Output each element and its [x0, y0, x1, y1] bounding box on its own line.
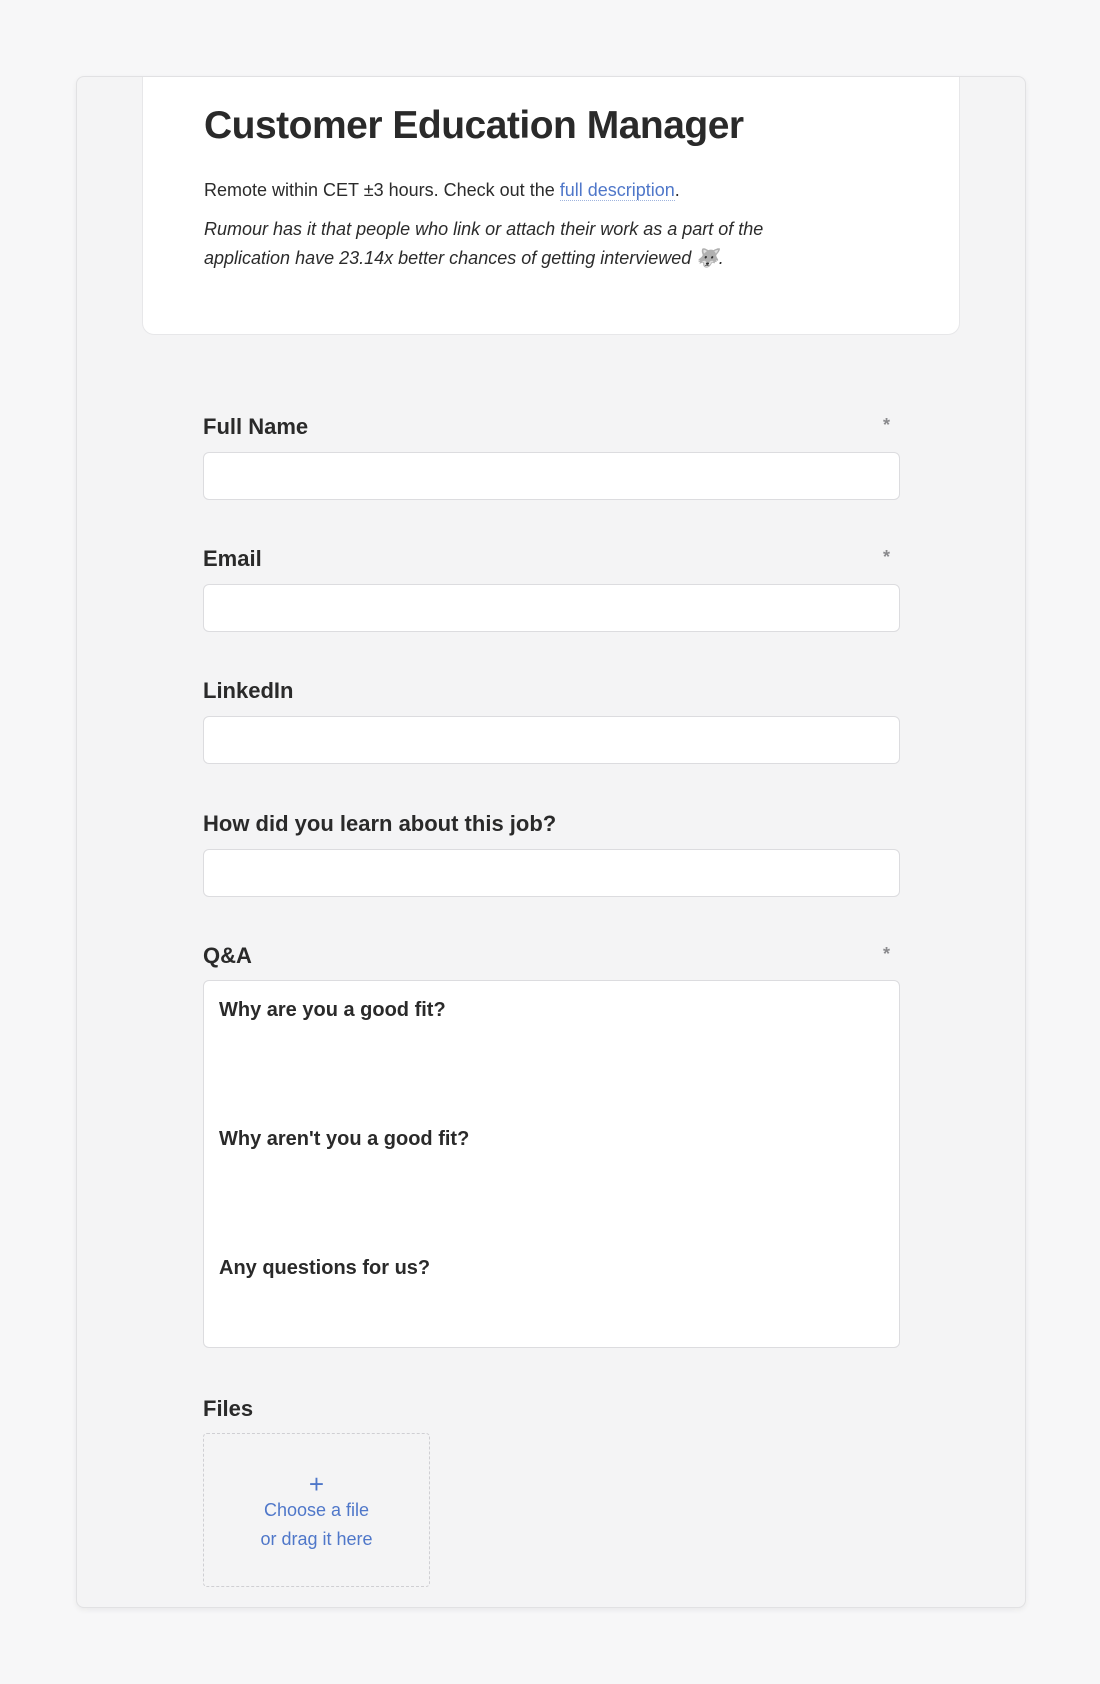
- required-icon: *: [882, 944, 890, 964]
- source-label: How did you learn about this job?: [203, 811, 557, 836]
- job-title: Customer Education Manager: [204, 104, 744, 147]
- linkedin-label: LinkedIn: [203, 678, 294, 703]
- choose-file-text: Choose a file: [263, 1500, 370, 1520]
- qa-question-good-fit: Why are you a good fit?: [219, 999, 446, 1021]
- qa-field: Q&A * Why are you a good fit? Why aren't…: [203, 942, 900, 1348]
- application-form-window: Customer Education Manager Remote within…: [76, 76, 1026, 1608]
- email-field: Email *: [203, 545, 900, 632]
- plus-icon: +: [308, 1469, 325, 1499]
- required-icon: *: [882, 547, 890, 567]
- intro-text: Remote within CET ±3 hours. Check out th…: [204, 180, 560, 200]
- source-input[interactable]: [203, 849, 900, 897]
- job-intro: Remote within CET ±3 hours. Check out th…: [204, 179, 844, 201]
- email-label: Email: [203, 546, 262, 571]
- intro-suffix: .: [674, 180, 680, 200]
- qa-question-not-good-fit: Why aren't you a good fit?: [219, 1128, 470, 1150]
- full-name-field: Full Name *: [203, 413, 900, 500]
- qa-question-any-questions: Any questions for us?: [219, 1257, 431, 1279]
- job-note: Rumour has it that people who link or at…: [204, 219, 764, 268]
- full-name-label: Full Name: [203, 414, 309, 439]
- required-icon: *: [882, 415, 890, 435]
- full-description-link[interactable]: full description: [559, 180, 675, 201]
- source-field: How did you learn about this job?: [203, 810, 900, 897]
- qa-editor[interactable]: Why are you a good fit? Why aren't you a…: [203, 980, 900, 1348]
- files-label: Files: [203, 1396, 254, 1421]
- linkedin-input[interactable]: [203, 716, 900, 764]
- files-field: Files + Choose a file or drag it here: [203, 1395, 900, 1587]
- full-name-input[interactable]: [203, 452, 900, 500]
- linkedin-field: LinkedIn: [203, 677, 900, 764]
- drag-file-text: or drag it here: [260, 1529, 373, 1549]
- file-dropzone[interactable]: + Choose a file or drag it here: [203, 1433, 430, 1587]
- job-header-card: Customer Education Manager Remote within…: [142, 77, 960, 335]
- qa-label: Q&A: [203, 943, 252, 968]
- email-input[interactable]: [203, 584, 900, 632]
